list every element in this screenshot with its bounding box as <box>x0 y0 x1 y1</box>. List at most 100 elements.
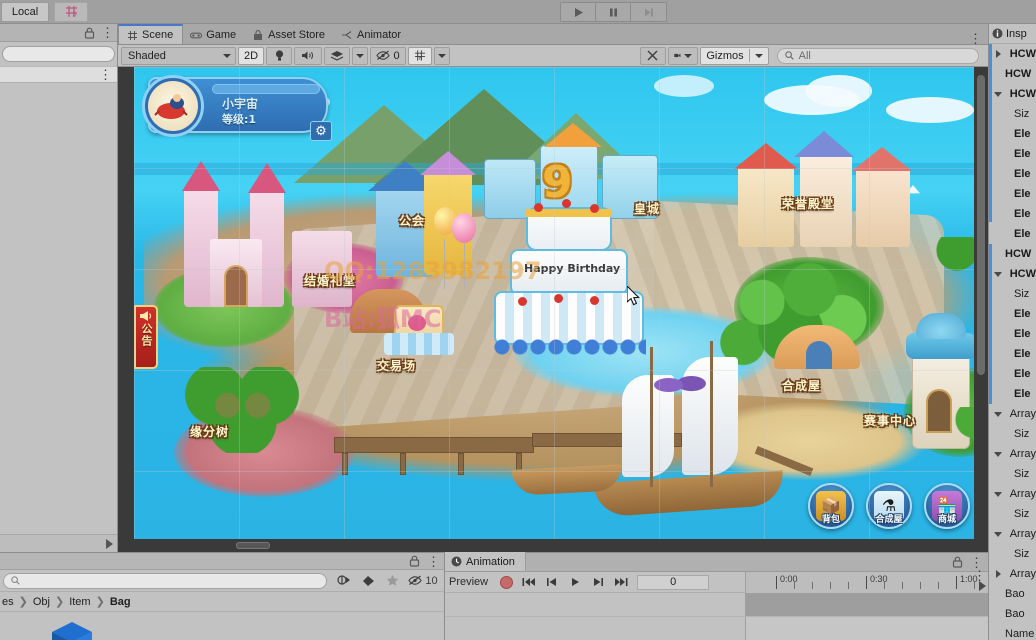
scrollbar-thumb[interactable] <box>977 75 985 375</box>
game-world-render[interactable]: 9 Happy Birthday 结婚礼堂 公会 皇城 荣誉殿堂 合成屋 交易场… <box>134 67 982 539</box>
expand-arrow-icon[interactable] <box>106 538 113 549</box>
chevron-down-icon[interactable] <box>994 411 1003 417</box>
search-by-type-icon[interactable] <box>333 572 355 590</box>
inspector-row[interactable]: HCW <box>989 84 1036 104</box>
chevron-right-icon[interactable] <box>995 570 1001 578</box>
pivot-rotation-button[interactable]: Local <box>1 1 49 22</box>
hierarchy-search-input[interactable] <box>2 46 115 62</box>
toggle-2d-button[interactable]: 2D <box>238 46 264 65</box>
inspector-row[interactable]: Ele <box>989 224 1036 244</box>
play-button[interactable] <box>561 3 596 21</box>
scene-visibility-button[interactable]: Y <box>408 46 432 65</box>
project-hidden-count[interactable]: 10 <box>405 572 441 590</box>
kebab-menu-icon[interactable]: ⋮ <box>99 68 112 81</box>
effects-dropdown[interactable] <box>352 46 368 65</box>
preview-label[interactable]: Preview <box>449 576 488 588</box>
tab-inspector[interactable]: Insp <box>989 24 1036 44</box>
dopesheet-header[interactable] <box>745 593 988 616</box>
kebab-menu-icon[interactable]: ⋮ <box>427 555 440 568</box>
current-frame-input[interactable]: 0 <box>637 574 710 590</box>
inspector-row[interactable]: Array <box>989 484 1036 504</box>
button-backpack[interactable]: 📦 背包 <box>808 483 854 529</box>
breadcrumb-item-3[interactable]: Bag <box>110 596 131 608</box>
chevron-down-icon[interactable] <box>994 491 1003 497</box>
inspector-row[interactable]: Ele <box>989 344 1036 364</box>
kebab-menu-icon[interactable]: ⋮ <box>973 569 986 582</box>
pause-button[interactable] <box>596 3 631 21</box>
breadcrumb-item-0[interactable]: es <box>2 596 14 608</box>
animation-play-button[interactable] <box>564 574 586 591</box>
inspector-row[interactable]: Ele <box>989 304 1036 324</box>
draw-mode-dropdown[interactable]: Shaded <box>121 46 236 65</box>
scene-search-input[interactable]: All <box>776 47 979 64</box>
inspector-row[interactable]: Name <box>989 624 1036 640</box>
label-tag-icon[interactable] <box>357 572 379 590</box>
inspector-row[interactable]: Ele <box>989 204 1036 224</box>
lighting-toggle-button[interactable] <box>266 46 292 65</box>
prev-frame-button[interactable] <box>541 574 563 591</box>
inspector-row[interactable]: Ele <box>989 164 1036 184</box>
tab-animation[interactable]: Animation <box>445 552 526 571</box>
blue-folder-icon[interactable] <box>50 620 94 640</box>
chevron-down-icon[interactable] <box>994 531 1003 537</box>
project-search-input[interactable] <box>3 572 327 589</box>
lock-icon[interactable] <box>84 27 95 39</box>
chevron-down-icon[interactable] <box>994 271 1003 277</box>
step-button[interactable] <box>631 3 666 21</box>
animation-timeline-ruler[interactable]: 0:00 0:30 1:00 ⋮ <box>745 569 988 593</box>
lock-icon[interactable] <box>409 555 420 567</box>
breadcrumb-item-2[interactable]: Item <box>69 596 90 608</box>
kebab-menu-icon[interactable]: ⋮ <box>101 26 114 39</box>
inspector-row[interactable]: Ele <box>989 384 1036 404</box>
inspector-row[interactable]: Ele <box>989 364 1036 384</box>
tab-scene[interactable]: Scene <box>118 24 184 44</box>
scene-visibility-dropdown[interactable] <box>434 46 450 65</box>
animation-curve-area[interactable] <box>445 616 988 640</box>
kebab-menu-icon[interactable]: ⋮ <box>969 32 982 45</box>
project-asset-grid[interactable] <box>0 612 444 640</box>
inspector-row[interactable]: HCW <box>989 264 1036 284</box>
scene-tools-button[interactable] <box>640 46 667 65</box>
gizmos-button[interactable]: Gizmos <box>700 46 769 65</box>
inspector-row[interactable]: Array <box>989 524 1036 544</box>
announcement-button[interactable]: 公告 <box>134 305 158 369</box>
inspector-row[interactable]: HCW <box>989 244 1036 264</box>
first-frame-button[interactable] <box>518 574 540 591</box>
tab-asset-store[interactable]: Asset Store <box>245 24 334 44</box>
inspector-row[interactable]: Siz <box>989 544 1036 564</box>
scene-vertical-scrollbar[interactable] <box>974 67 988 539</box>
inspector-row[interactable]: Ele <box>989 324 1036 344</box>
breadcrumb-item-1[interactable]: Obj <box>33 596 50 608</box>
inspector-row[interactable]: Array <box>989 564 1036 584</box>
inspector-row[interactable]: Array <box>989 444 1036 464</box>
inspector-row[interactable]: Ele <box>989 144 1036 164</box>
inspector-row[interactable]: Siz <box>989 104 1036 124</box>
scrollbar-thumb[interactable] <box>236 542 270 549</box>
hidden-objects-button[interactable]: 0 <box>370 46 406 65</box>
avatar[interactable] <box>142 75 204 137</box>
audio-toggle-button[interactable] <box>294 46 322 65</box>
player-hud[interactable]: 小宇宙 等级:1 ⚙ <box>142 75 332 141</box>
hierarchy-scene-row[interactable]: ⋮ <box>0 66 117 83</box>
favorite-star-icon[interactable] <box>381 572 403 590</box>
settings-button[interactable]: ⚙ <box>310 121 332 141</box>
next-frame-button[interactable] <box>587 574 609 591</box>
inspector-row[interactable]: HCW <box>989 64 1036 84</box>
inspector-row[interactable]: Bao <box>989 584 1036 604</box>
effects-toggle-button[interactable] <box>324 46 350 65</box>
lock-icon[interactable] <box>952 556 963 568</box>
inspector-row[interactable]: HCW <box>989 44 1036 64</box>
inspector-row[interactable]: Array <box>989 404 1036 424</box>
tab-game[interactable]: Game <box>183 24 245 44</box>
inspector-row[interactable]: Bao <box>989 604 1036 624</box>
chevron-right-icon[interactable] <box>995 50 1001 58</box>
inspector-row[interactable]: Siz <box>989 504 1036 524</box>
chevron-down-icon[interactable] <box>994 91 1003 97</box>
expand-arrow-icon[interactable] <box>979 581 986 591</box>
chevron-down-icon[interactable] <box>994 451 1003 457</box>
scene-camera-button[interactable] <box>668 46 699 65</box>
grid-snapping-button[interactable]: 5 <box>54 1 88 22</box>
inspector-property-list[interactable]: HCW HCW HCW Siz Ele Ele Ele Ele Ele Ele HCW HCW Siz E… <box>989 44 1036 640</box>
tab-animator[interactable]: Animator <box>334 24 410 44</box>
love-tree[interactable] <box>176 367 308 459</box>
